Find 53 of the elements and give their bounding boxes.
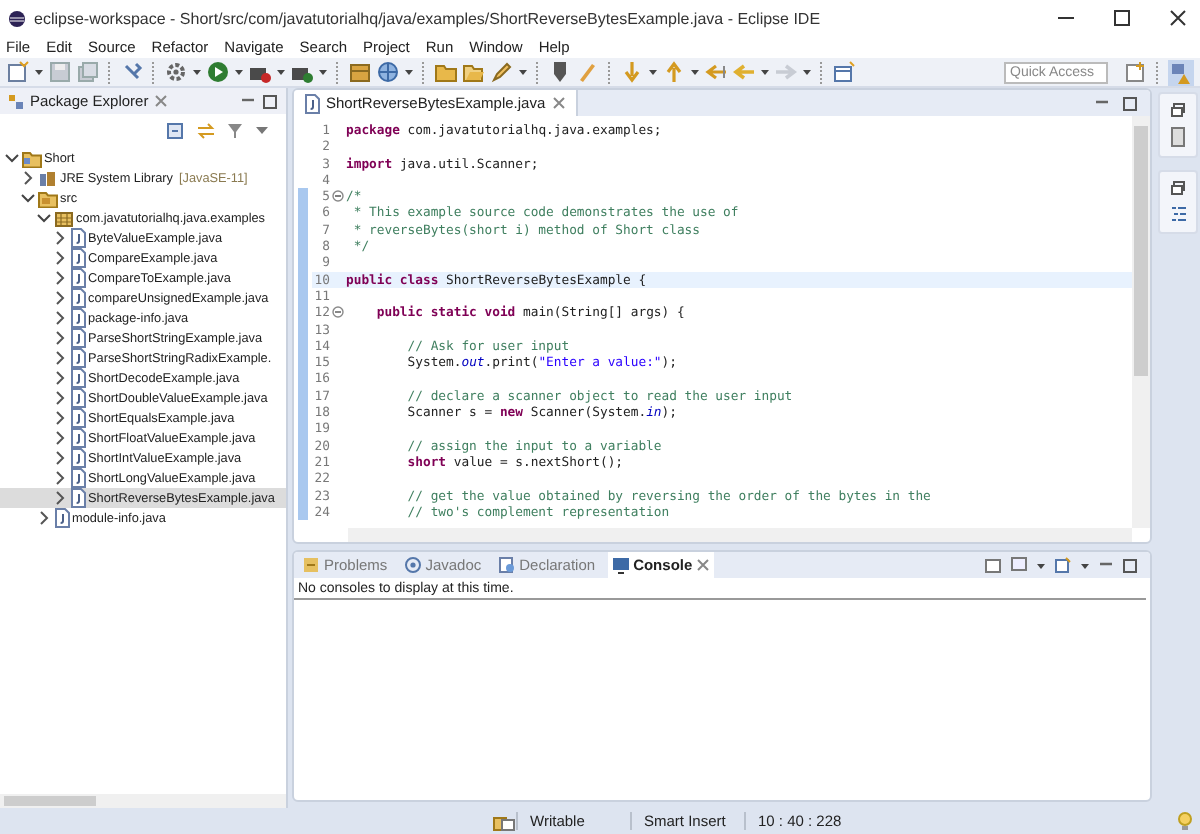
- source-folder-icon: [38, 189, 58, 207]
- window-icon[interactable]: [832, 60, 856, 84]
- perspective-icon[interactable]: [1124, 60, 1148, 84]
- globe-icon[interactable]: [376, 60, 400, 84]
- display-console-icon[interactable]: [1010, 556, 1028, 574]
- open-console-icon[interactable]: [1054, 556, 1072, 574]
- new-file-icon[interactable]: [6, 60, 30, 84]
- outline-icon[interactable]: [1169, 204, 1187, 224]
- maximize-icon[interactable]: [1122, 95, 1138, 111]
- horizontal-scrollbar[interactable]: [0, 794, 286, 808]
- task-list-icon[interactable]: [1170, 126, 1186, 148]
- declaration-icon: [497, 556, 516, 574]
- eclipse-logo-icon: [8, 9, 26, 27]
- package-icon: [54, 209, 74, 227]
- java-perspective-icon[interactable]: [1168, 59, 1194, 85]
- workspace-icon: [492, 811, 516, 831]
- vertical-scrollbar[interactable]: [1132, 116, 1150, 528]
- filter-icon[interactable]: [226, 122, 244, 140]
- caret-icon[interactable]: [518, 64, 528, 80]
- close-icon[interactable]: [1168, 8, 1188, 28]
- pin-icon[interactable]: [120, 60, 144, 84]
- view-menu-icon[interactable]: [254, 122, 270, 138]
- pin-console-icon[interactable]: [984, 556, 1002, 574]
- gear-icon[interactable]: [164, 60, 188, 84]
- collapse-all-icon[interactable]: [166, 122, 186, 140]
- collapse-fold-icon[interactable]: [332, 306, 344, 319]
- caret-icon[interactable]: [690, 64, 700, 80]
- caret-icon[interactable]: [760, 64, 770, 80]
- caret-icon[interactable]: [192, 64, 202, 80]
- run-icon[interactable]: [206, 60, 230, 84]
- caret-icon[interactable]: [234, 64, 244, 80]
- monitor-icon: [611, 556, 630, 574]
- caret-icon[interactable]: [34, 64, 44, 80]
- caret-icon[interactable]: [648, 64, 658, 80]
- caret-icon[interactable]: [802, 64, 812, 80]
- window-title: eclipse-workspace - Short/src/com/javatutorialhq/java/examples/ShortReverseBytesExample.java - Eclipse IDE: [34, 9, 823, 27]
- caret-icon[interactable]: [276, 64, 286, 80]
- library-icon: [38, 169, 58, 187]
- maximize-icon[interactable]: [1112, 8, 1132, 28]
- package-icon[interactable]: [348, 60, 372, 84]
- caret-icon[interactable]: [318, 64, 328, 80]
- caret-icon[interactable]: [404, 64, 414, 80]
- maximize-icon[interactable]: [1122, 557, 1138, 573]
- restore-icon[interactable]: [1170, 180, 1186, 196]
- problems-icon: [302, 556, 320, 574]
- open-folder-icon[interactable]: [462, 60, 486, 84]
- project-folder-icon: [22, 149, 42, 167]
- package-explorer-icon: [8, 93, 24, 109]
- horizontal-scrollbar[interactable]: [348, 528, 1132, 542]
- collapse-fold-icon[interactable]: [332, 190, 344, 203]
- maximize-icon[interactable]: [262, 93, 278, 109]
- restore-icon[interactable]: [1170, 102, 1186, 118]
- java-file-icon: [304, 93, 320, 113]
